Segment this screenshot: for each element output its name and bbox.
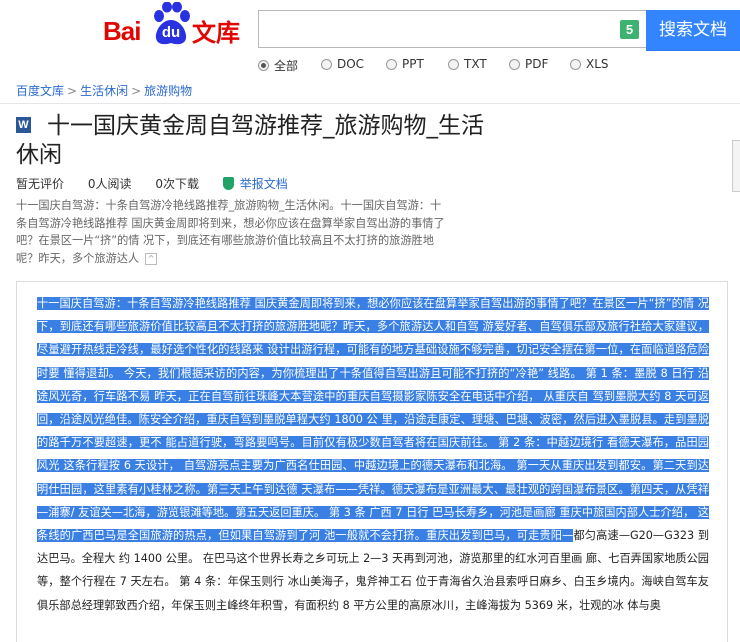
- summary-text: 十一国庆自驾游：十条自驾游冷艳线路推荐_旅游购物_生活休闲。十一国庆自驾游：十条…: [16, 199, 445, 265]
- filter-txt[interactable]: TXT: [448, 57, 487, 71]
- filter-doc-label: DOC: [337, 57, 365, 71]
- logo-wenku-text: 文库: [192, 19, 240, 47]
- filter-all-label: 全部: [274, 59, 299, 73]
- document-content[interactable]: 十一国庆自驾游：十条自驾游冷艳线路推荐 国庆黄金周即将到来，想必你应该在盘算举家…: [37, 292, 709, 617]
- divider: [0, 103, 740, 104]
- search-count-badge: 5: [620, 20, 639, 39]
- baidu-wenku-logo[interactable]: Bai du 文库: [100, 0, 245, 52]
- breadcrumb-separator: >: [131, 84, 142, 98]
- filter-doc[interactable]: DOC: [321, 57, 364, 71]
- radio-all[interactable]: [258, 60, 269, 71]
- site-header: Bai du 文库 5 搜索文档: [0, 0, 740, 58]
- filter-pdf[interactable]: PDF: [509, 57, 548, 71]
- breadcrumb-home[interactable]: 百度文库: [16, 84, 64, 98]
- radio-xls[interactable]: [570, 58, 581, 70]
- filter-pdf-label: PDF: [525, 57, 549, 71]
- radio-doc[interactable]: [321, 58, 332, 70]
- page-title: 十一国庆黄金周自驾游推荐_旅游购物_生活休闲: [16, 113, 484, 168]
- radio-txt[interactable]: [448, 58, 459, 70]
- radio-pdf[interactable]: [509, 58, 520, 70]
- filter-ppt[interactable]: PPT: [386, 57, 424, 71]
- breadcrumb-separator: >: [67, 84, 78, 98]
- breadcrumb-subcategory[interactable]: 旅游购物: [144, 84, 192, 98]
- selected-text[interactable]: 十一国庆自驾游：十条自驾游冷艳线路推荐 国庆黄金周即将到来，想必你应该在盘算举家…: [37, 297, 709, 543]
- report-link[interactable]: 举报文档: [222, 177, 308, 191]
- breadcrumb-category[interactable]: 生活休闲: [80, 84, 128, 98]
- logo-bai-text: Bai: [103, 16, 141, 46]
- doc-summary: 十一国庆自驾游：十条自驾游冷艳线路推荐_旅游购物_生活休闲。十一国庆自驾游：十条…: [16, 197, 446, 267]
- doc-meta: 暂无评价 0人阅读 0次下载 举报文档: [16, 175, 328, 192]
- radio-ppt[interactable]: [386, 58, 397, 70]
- filter-txt-label: TXT: [464, 57, 487, 71]
- download-count: 0次下载: [155, 177, 199, 191]
- doc-title-area: W 十一国庆黄金周自驾游推荐_旅游购物_生活休闲: [16, 112, 486, 170]
- search-input[interactable]: [258, 10, 646, 48]
- shield-icon: [222, 177, 234, 190]
- search-button[interactable]: 搜索文档: [646, 10, 740, 51]
- breadcrumb: 百度文库 > 生活休闲 > 旅游购物: [16, 82, 192, 99]
- filter-all[interactable]: 全部: [258, 57, 298, 74]
- filter-xls-label: XLS: [586, 57, 609, 71]
- read-count: 0人阅读: [87, 177, 132, 191]
- logo-du-text: du: [161, 24, 181, 41]
- collapse-icon[interactable]: ^: [145, 252, 158, 265]
- side-thumbnail[interactable]: [732, 140, 740, 192]
- document-viewer: 十一国庆自驾游：十条自驾游冷艳线路推荐 国庆黄金周即将到来，想必你应该在盘算举家…: [16, 281, 728, 642]
- rating-text: 暂无评价: [16, 177, 65, 191]
- filter-xls[interactable]: XLS: [570, 57, 609, 71]
- report-label: 举报文档: [239, 177, 288, 191]
- filter-ppt-label: PPT: [402, 57, 424, 71]
- word-doc-icon: W: [16, 117, 31, 133]
